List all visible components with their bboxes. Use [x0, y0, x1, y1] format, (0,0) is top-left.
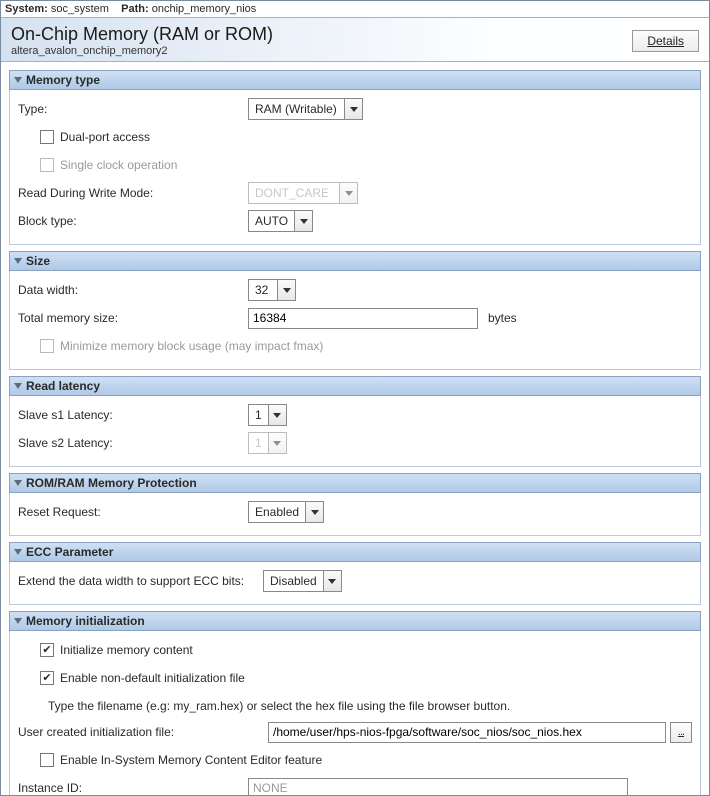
- slave-s2-select: 1: [248, 432, 287, 454]
- reset-request-select[interactable]: Enabled: [248, 501, 324, 523]
- page-subtitle: altera_avalon_onchip_memory2: [11, 45, 273, 57]
- total-memory-label: Total memory size:: [18, 311, 248, 325]
- user-file-label: User created initialization file:: [18, 725, 268, 739]
- slave-s2-label: Slave s2 Latency:: [18, 436, 248, 450]
- chevron-down-icon: [268, 433, 286, 453]
- collapse-icon: [14, 480, 22, 486]
- init-content-label: Initialize memory content: [60, 643, 193, 657]
- user-file-input[interactable]: [268, 722, 666, 743]
- instance-id-input: [248, 778, 628, 796]
- section-header-memory-type[interactable]: Memory type: [9, 70, 701, 90]
- slave-s1-label: Slave s1 Latency:: [18, 408, 248, 422]
- section-header-size[interactable]: Size: [9, 251, 701, 271]
- total-memory-unit: bytes: [478, 311, 517, 325]
- chevron-down-icon: [268, 405, 286, 425]
- collapse-icon: [14, 549, 22, 555]
- nondefault-file-checkbox[interactable]: [40, 671, 54, 685]
- collapse-icon: [14, 77, 22, 83]
- chevron-down-icon: [339, 183, 357, 203]
- type-label: Type:: [18, 102, 248, 116]
- chevron-down-icon: [294, 211, 312, 231]
- block-type-select[interactable]: AUTO: [248, 210, 313, 232]
- read-during-write-label: Read During Write Mode:: [18, 186, 248, 200]
- nondefault-file-label: Enable non-default initialization file: [60, 671, 245, 685]
- minimize-block-label: Minimize memory block usage (may impact …: [60, 339, 323, 353]
- insystem-editor-checkbox[interactable]: [40, 753, 54, 767]
- filename-hint: Type the filename (e.g: my_ram.hex) or s…: [18, 693, 692, 719]
- section-header-memory-protection[interactable]: ROM/RAM Memory Protection: [9, 473, 701, 493]
- data-width-label: Data width:: [18, 283, 248, 297]
- read-during-write-select: DONT_CARE: [248, 182, 358, 204]
- browse-button[interactable]: ...: [670, 722, 692, 743]
- ecc-extend-select[interactable]: Disabled: [263, 570, 342, 592]
- title-bar: On-Chip Memory (RAM or ROM) altera_avalo…: [1, 17, 709, 62]
- section-header-memory-init[interactable]: Memory initialization: [9, 611, 701, 631]
- slave-s1-select[interactable]: 1: [248, 404, 287, 426]
- reset-request-label: Reset Request:: [18, 505, 248, 519]
- type-select[interactable]: RAM (Writable): [248, 98, 363, 120]
- page-title: On-Chip Memory (RAM or ROM): [11, 24, 273, 45]
- insystem-editor-label: Enable In-System Memory Content Editor f…: [60, 753, 322, 767]
- total-memory-input[interactable]: [248, 308, 478, 329]
- chevron-down-icon: [305, 502, 323, 522]
- ecc-extend-label: Extend the data width to support ECC bit…: [18, 574, 263, 588]
- single-clock-label: Single clock operation: [60, 158, 177, 172]
- section-header-read-latency[interactable]: Read latency: [9, 376, 701, 396]
- minimize-block-checkbox: [40, 339, 54, 353]
- dual-port-label: Dual-port access: [60, 130, 150, 144]
- collapse-icon: [14, 383, 22, 389]
- chevron-down-icon: [277, 280, 295, 300]
- details-button[interactable]: Details: [632, 30, 699, 52]
- data-width-select[interactable]: 32: [248, 279, 296, 301]
- instance-id-label: Instance ID:: [18, 781, 248, 795]
- system-path-bar: System: soc_system Path: onchip_memory_n…: [1, 1, 709, 17]
- collapse-icon: [14, 618, 22, 624]
- chevron-down-icon: [344, 99, 362, 119]
- chevron-down-icon: [323, 571, 341, 591]
- dual-port-checkbox[interactable]: [40, 130, 54, 144]
- section-header-ecc[interactable]: ECC Parameter: [9, 542, 701, 562]
- init-content-checkbox[interactable]: [40, 643, 54, 657]
- collapse-icon: [14, 258, 22, 264]
- block-type-label: Block type:: [18, 214, 248, 228]
- single-clock-checkbox: [40, 158, 54, 172]
